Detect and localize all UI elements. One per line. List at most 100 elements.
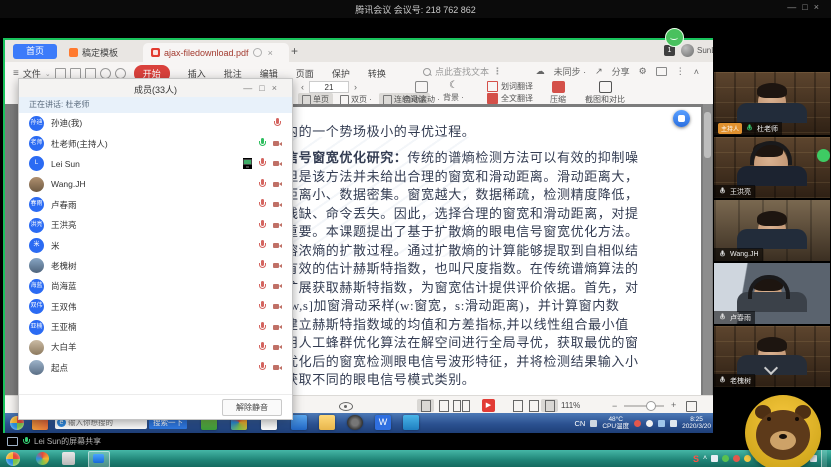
tray-icon[interactable]	[634, 420, 641, 427]
pdf-scrollbar[interactable]	[703, 104, 712, 395]
member-row[interactable]: 亚楠王亚楠	[19, 317, 292, 337]
zoom-slider-knob[interactable]	[646, 401, 656, 411]
screenshot-button[interactable]: 截图和对比	[585, 80, 625, 105]
member-row[interactable]: 老师杜老师(主持人)	[19, 133, 292, 153]
start-button[interactable]	[6, 452, 20, 466]
language-indicator[interactable]: CN	[575, 419, 586, 428]
fit-width-icon[interactable]	[525, 399, 542, 412]
prev-page-icon[interactable]: ‹	[301, 82, 304, 92]
member-name: 尚海蓝	[51, 280, 252, 292]
maximize-icon[interactable]: □	[259, 83, 271, 93]
panel-titlebar[interactable]: 成员(33人) —□×	[19, 79, 292, 98]
member-row[interactable]: 双伟王双伟	[19, 297, 292, 317]
rotate-icon[interactable]	[509, 399, 526, 412]
tab-home[interactable]: 首页	[13, 44, 57, 59]
video-tile[interactable]: 主持人杜老师	[714, 72, 830, 135]
member-row[interactable]: 米米	[19, 235, 292, 255]
more-icon[interactable]: ⋮	[493, 66, 502, 77]
video-tile[interactable]: 卢春雨	[714, 263, 830, 324]
collapse-toolbar-icon[interactable]: ˄	[694, 67, 699, 77]
member-row[interactable]: 老槐树	[19, 256, 292, 276]
word-translate-button[interactable]: 划词翻译	[487, 80, 533, 92]
member-row[interactable]: 起点	[19, 358, 292, 378]
user-avatar[interactable]	[681, 44, 694, 57]
menu-right: ☁ 未同步 · ↗ 分享 ⚙ ⋮ ˄	[536, 65, 699, 78]
close-icon[interactable]: ×	[814, 2, 825, 12]
meeting-title: 腾讯会议 会议号: 218 762 862	[0, 3, 831, 16]
taskbar-app-icon[interactable]	[36, 452, 49, 465]
tray-s-icon[interactable]: S	[693, 454, 699, 464]
menu-item[interactable]: 转换	[368, 67, 386, 80]
tab-gaoding[interactable]: 稿定模板	[61, 43, 126, 62]
scrollbar-thumb[interactable]	[704, 112, 711, 158]
background-button[interactable]: ☾ 背景 ·	[443, 80, 464, 103]
member-row[interactable]: 洪亮王洪亮	[19, 215, 292, 235]
video-tile[interactable]: 王洪亮	[714, 137, 830, 198]
autoscroll-button[interactable]: 自动滚动 ·	[403, 80, 440, 105]
presentation-play-icon[interactable]: ▶	[482, 399, 495, 412]
zoom-slider-track[interactable]	[624, 405, 664, 407]
taskbar-app-icon[interactable]	[403, 415, 419, 430]
meeting-floating-ball[interactable]	[673, 110, 690, 127]
volume-icon[interactable]	[670, 420, 677, 427]
show-desktop-button[interactable]	[821, 450, 827, 467]
find-text[interactable]: 点此查找文本 ⋮	[423, 65, 502, 78]
tray-icon[interactable]	[722, 455, 729, 462]
wps-icon[interactable]: W	[375, 415, 391, 430]
share-button[interactable]: 分享	[612, 65, 630, 78]
member-name: 王双伟	[51, 301, 252, 313]
tab-close-icon[interactable]: ×	[268, 48, 273, 58]
tray-expand-icon[interactable]: ˄	[703, 455, 707, 462]
gear-icon[interactable]: ⚙	[639, 66, 647, 77]
minimize-icon[interactable]: —	[243, 83, 259, 93]
comment-icon[interactable]	[656, 67, 667, 76]
next-page-icon[interactable]: ›	[354, 82, 357, 92]
more-vert-icon[interactable]: ⋮	[676, 66, 685, 77]
volume-icon[interactable]	[711, 455, 718, 462]
mic-icon	[258, 158, 267, 169]
tray-icon[interactable]	[733, 455, 740, 462]
menu-item[interactable]: 保护	[332, 67, 350, 80]
eye-protect-icon[interactable]	[339, 402, 353, 411]
search-icon	[423, 68, 431, 76]
fit-page-icon[interactable]	[541, 399, 558, 412]
taskbar-app-icon[interactable]	[62, 452, 75, 465]
tray-icon[interactable]	[646, 420, 653, 427]
sync-status[interactable]: 未同步 ·	[554, 65, 587, 78]
minimize-icon[interactable]: —	[787, 2, 802, 12]
network-icon[interactable]	[658, 420, 665, 427]
member-row[interactable]: 大白羊	[19, 337, 292, 357]
notification-ball[interactable]	[817, 149, 830, 162]
zoom-out-icon[interactable]: −	[612, 401, 617, 411]
maximize-icon[interactable]: □	[802, 2, 813, 12]
fullscreen-icon[interactable]	[686, 401, 697, 412]
member-row[interactable]: Wang.JH	[19, 174, 292, 194]
folder-icon[interactable]	[319, 415, 335, 430]
pin-icon[interactable]	[253, 48, 262, 57]
unmute-button[interactable]: 解除静音	[222, 399, 282, 416]
tab-pdf-active[interactable]: ajax-filedownload.pdf ×	[143, 43, 289, 62]
zoom-in-icon[interactable]: +	[671, 400, 676, 410]
layout-double-icon[interactable]	[453, 399, 470, 412]
member-row[interactable]: 孙迪孙迪(我)	[19, 113, 292, 133]
member-name: 王洪亮	[51, 219, 252, 231]
member-row[interactable]: LLei Sun	[19, 154, 292, 174]
menu-item[interactable]: 页面	[296, 67, 314, 80]
meeting-app-button[interactable]	[88, 451, 110, 467]
shared-clock[interactable]: 8:252020/3/20	[682, 416, 711, 430]
tray-icon[interactable]	[590, 420, 597, 427]
member-row[interactable]: 春雨卢春雨	[19, 195, 292, 215]
layout-continuous-icon[interactable]	[417, 399, 434, 412]
video-tile[interactable]: Wang.JH	[714, 200, 830, 261]
full-translate-button[interactable]: 全文翻译	[487, 92, 533, 104]
taskbar-app-icon[interactable]	[347, 415, 363, 430]
compress-button[interactable]: 压缩	[550, 80, 566, 105]
taskbar-app-icon[interactable]	[291, 415, 307, 430]
video-tile[interactable]: 老槐树	[714, 326, 830, 387]
tray-icon[interactable]	[744, 455, 751, 462]
close-icon[interactable]: ×	[272, 83, 284, 93]
layout-single-icon[interactable]	[435, 399, 452, 412]
page-number-input[interactable]	[309, 81, 349, 93]
new-tab-button[interactable]: +	[291, 44, 298, 58]
member-row[interactable]: 海蓝尚海蓝	[19, 276, 292, 296]
